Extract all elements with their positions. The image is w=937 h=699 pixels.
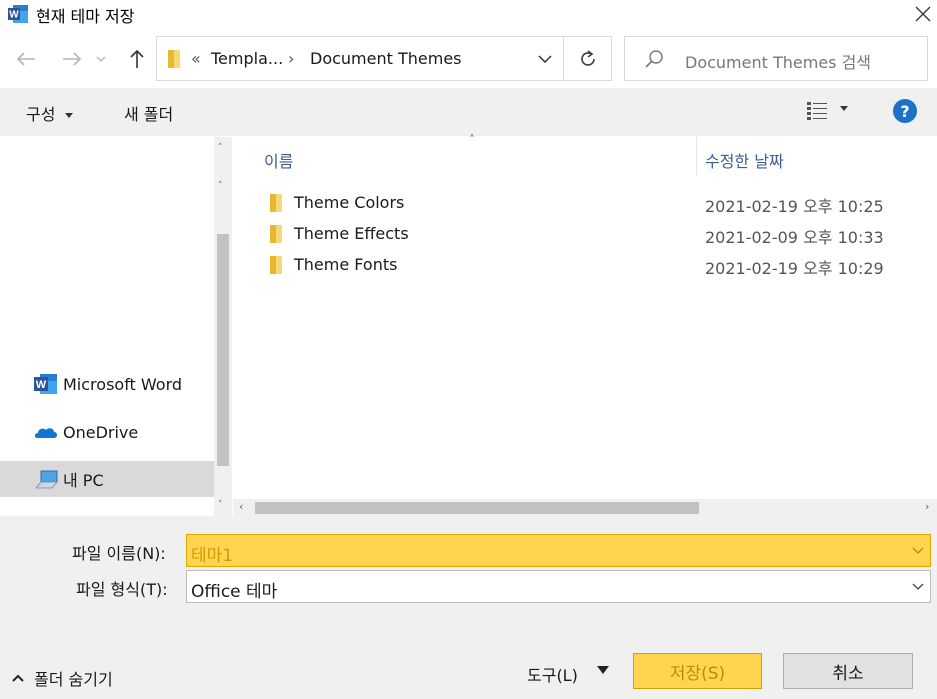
arrow-left-icon — [16, 52, 35, 66]
file-name: Theme Effects — [294, 224, 409, 243]
sidebar-item-microsoft-word[interactable]: W Microsoft Word — [0, 366, 214, 402]
scroll-up-arrow-icon[interactable]: ˄ — [218, 143, 223, 153]
search-box[interactable]: Document Themes 검색 — [624, 36, 928, 81]
table-row[interactable]: Theme Effects 2021-02-09 오후 10:33 — [263, 219, 923, 249]
close-icon — [915, 6, 930, 22]
refresh-button[interactable] — [564, 37, 612, 80]
view-options-icon[interactable] — [806, 100, 828, 122]
chevron-down-icon[interactable] — [912, 544, 924, 556]
folder-icon — [168, 50, 180, 68]
file-list: ˄ 이름 수정한 날짜 Theme Colors 2021-02-19 오후 1… — [233, 133, 937, 516]
word-app-icon: W — [8, 5, 28, 23]
recent-locations-button[interactable] — [92, 44, 110, 74]
command-toolbar: 구성 새 폴더 ? — [0, 88, 937, 136]
caret-down-icon — [64, 113, 73, 118]
up-button[interactable] — [123, 44, 151, 74]
chevron-down-icon — [538, 54, 552, 63]
navigation-bar: « Templa... › Document Themes Document T… — [0, 30, 937, 88]
filename-field[interactable]: 테마1 — [186, 534, 931, 567]
filetype-select[interactable]: Office 테마 — [186, 570, 931, 603]
title-bar: W 현재 테마 저장 — [0, 0, 937, 28]
scroll-up-arrow-icon[interactable]: ˄ — [218, 181, 223, 191]
organize-button[interactable]: 구성 — [26, 101, 73, 125]
file-name: Theme Colors — [294, 193, 405, 212]
breadcrumb-item-current[interactable]: Document Themes — [310, 49, 462, 68]
window-title: 현재 테마 저장 — [36, 7, 135, 26]
search-input[interactable]: Document Themes 검색 — [685, 49, 871, 73]
arrow-up-icon — [130, 49, 144, 68]
scroll-right-arrow-icon[interactable]: › — [925, 500, 929, 513]
chevron-down-icon — [96, 56, 106, 62]
file-list-horizontal-scrollbar[interactable]: ‹ › — [233, 499, 937, 516]
scroll-down-arrow-icon[interactable]: ˅ — [218, 500, 223, 510]
sidebar-item-label: OneDrive — [63, 422, 139, 442]
scrollbar-thumb[interactable] — [217, 234, 229, 466]
svg-text:W: W — [9, 10, 19, 21]
hide-folders-label: 폴더 숨기기 — [34, 670, 113, 689]
file-date: 2021-02-09 오후 10:33 — [705, 228, 884, 247]
chevron-up-icon — [12, 674, 24, 682]
breadcrumb-item-parent[interactable]: Templa... — [211, 49, 283, 68]
save-button[interactable]: 저장(S) — [633, 653, 762, 689]
help-button[interactable]: ? — [893, 99, 917, 123]
word-icon: W — [34, 374, 57, 394]
hide-folders-button[interactable]: 폴더 숨기기 — [12, 666, 113, 690]
navigation-pane-scrollbar[interactable]: ˄ ˄ ˅ — [214, 137, 232, 516]
pc-icon — [35, 470, 58, 489]
filetype-label: 파일 형식(T): — [76, 580, 168, 599]
folder-icon — [270, 225, 282, 243]
column-header-name[interactable]: 이름 — [264, 148, 293, 172]
filename-label: 파일 이름(N): — [72, 544, 166, 563]
sidebar-item-onedrive[interactable]: OneDrive — [0, 414, 214, 450]
file-name: Theme Fonts — [294, 255, 398, 274]
forward-button[interactable] — [58, 44, 86, 74]
svg-text:W: W — [36, 379, 47, 391]
sidebar-item-label: Microsoft Word — [63, 374, 183, 394]
search-icon — [645, 50, 663, 68]
breadcrumb-overflow[interactable]: « — [191, 49, 201, 68]
arrow-right-icon — [63, 52, 82, 66]
save-form: 파일 이름(N): 테마1 파일 형식(T): Office 테마 폴더 숨기기… — [0, 516, 937, 699]
address-bar[interactable]: « Templa... › Document Themes — [156, 36, 612, 81]
file-date: 2021-02-19 오후 10:29 — [705, 259, 884, 278]
view-menu-caret-icon[interactable] — [840, 106, 848, 111]
back-button[interactable] — [12, 44, 40, 74]
column-header-date[interactable]: 수정한 날짜 — [705, 148, 784, 172]
breadcrumb-separator: › — [288, 49, 295, 68]
sidebar-item-this-pc[interactable]: 내 PC — [0, 461, 214, 497]
tools-button[interactable]: 도구(L) — [527, 662, 578, 686]
close-button[interactable] — [908, 0, 937, 28]
cancel-button[interactable]: 취소 — [783, 653, 913, 689]
onedrive-icon — [34, 428, 57, 438]
scroll-left-arrow-icon[interactable]: ‹ — [239, 500, 243, 513]
column-divider[interactable] — [696, 137, 697, 175]
table-row[interactable]: Theme Colors 2021-02-19 오후 10:25 — [263, 188, 923, 218]
organize-label: 구성 — [26, 105, 56, 124]
folder-icon — [270, 194, 282, 212]
filetype-value: Office 테마 — [191, 582, 278, 602]
folder-icon — [270, 256, 282, 274]
table-row[interactable]: Theme Fonts 2021-02-19 오후 10:29 — [263, 250, 923, 280]
new-folder-button[interactable]: 새 폴더 — [124, 101, 173, 125]
navigation-pane: W Microsoft Word OneDrive 내 PC ˄ ˄ ˅ — [0, 137, 232, 516]
address-dropdown-button[interactable] — [527, 37, 563, 80]
chevron-down-icon[interactable] — [912, 580, 924, 592]
refresh-icon — [581, 49, 595, 66]
sidebar-item-label: 내 PC — [63, 471, 104, 490]
file-date: 2021-02-19 오후 10:25 — [705, 197, 884, 216]
scrollbar-thumb[interactable] — [255, 502, 699, 514]
tools-caret-icon[interactable] — [597, 666, 609, 674]
filename-value: 테마1 — [191, 546, 234, 566]
sort-ascending-icon: ˄ — [469, 133, 475, 147]
